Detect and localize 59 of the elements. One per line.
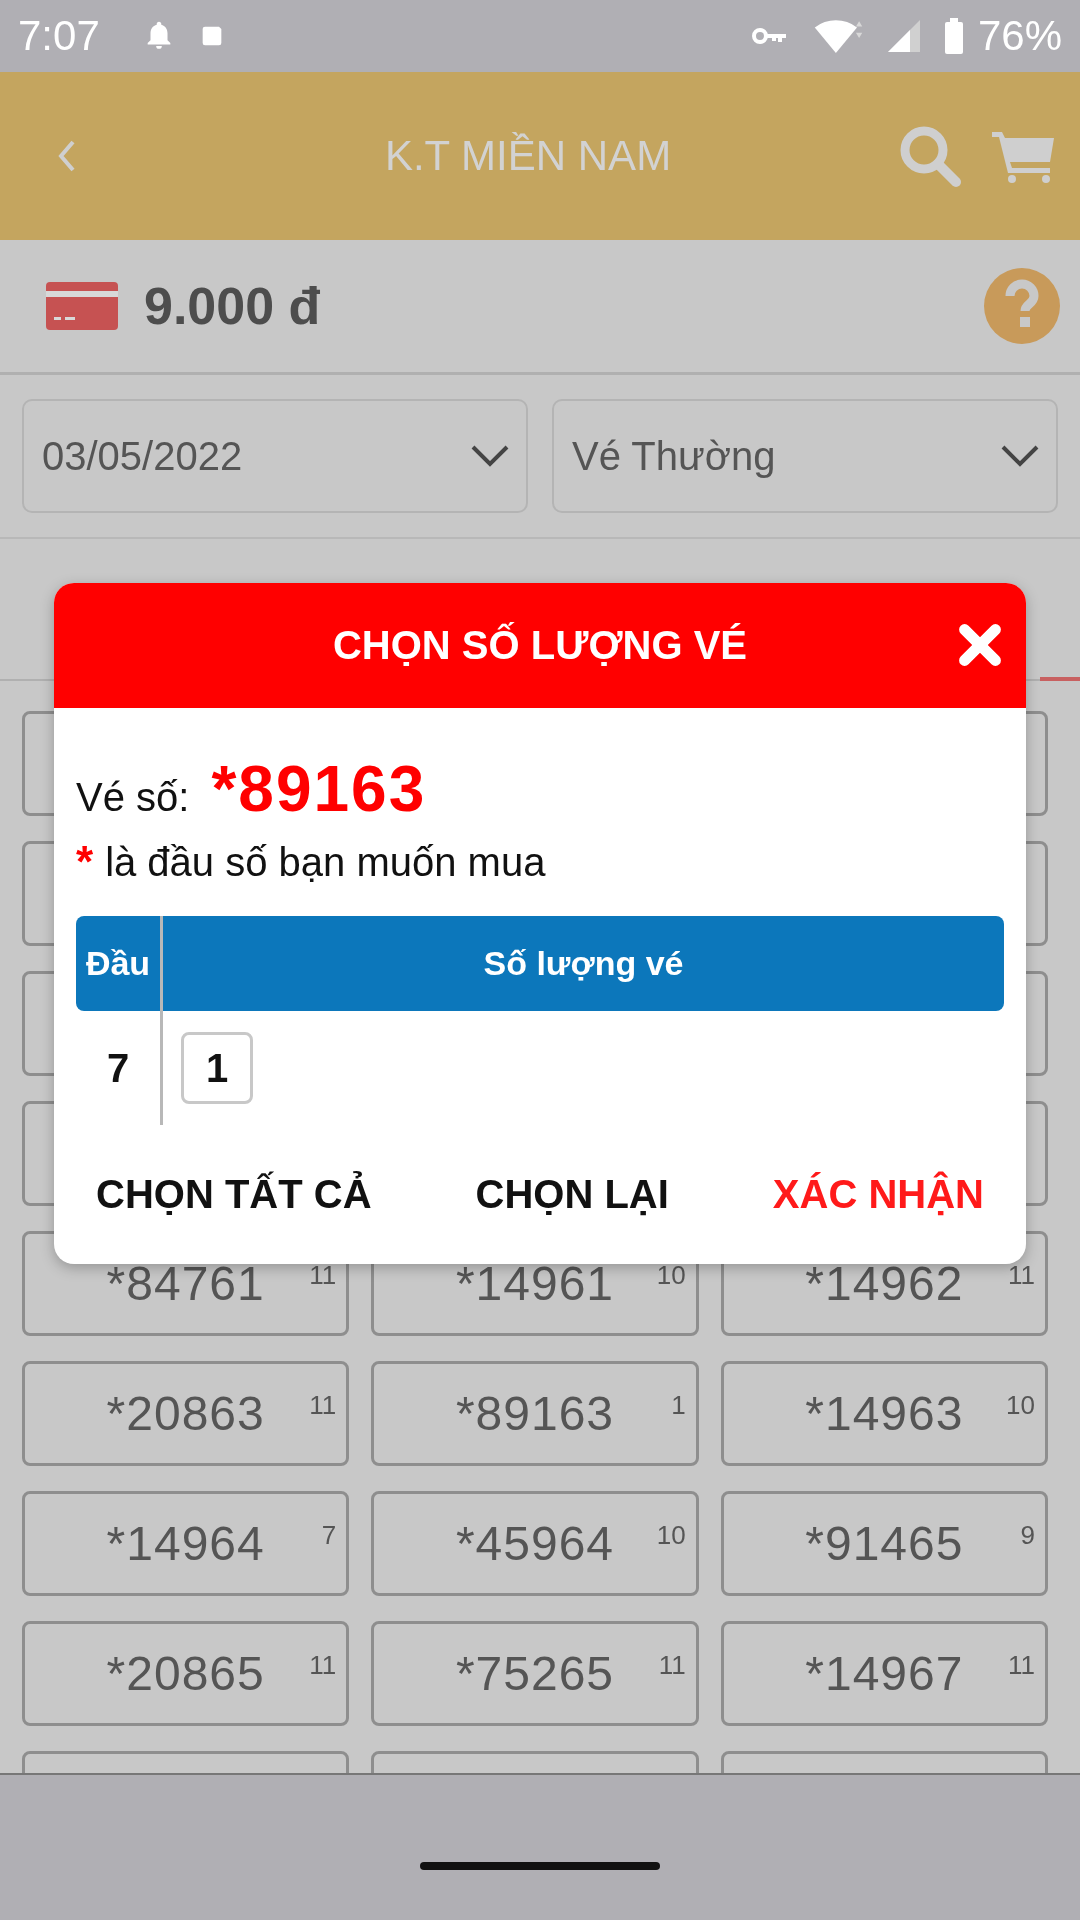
ticket-tile[interactable]: *14963 10: [720, 1361, 1048, 1466]
close-icon[interactable]: [958, 623, 1002, 667]
home-handle[interactable]: [420, 1861, 660, 1870]
hint-text: là đầu số bạn muốn mua: [105, 839, 546, 885]
table-cell: 7: [76, 1011, 163, 1125]
ticket-count: 9: [1020, 1520, 1035, 1551]
ticket-count: 10: [1006, 1390, 1035, 1421]
ticket-number: *91465: [805, 1516, 964, 1571]
ticket-number: *14961: [455, 1256, 615, 1311]
ticket-count: 1: [671, 1390, 686, 1421]
ticket-number: *14962: [805, 1256, 964, 1311]
ticket-tile[interactable]: *20863 11: [22, 1361, 350, 1466]
ticket-number: *20863: [106, 1386, 265, 1441]
ticket-tile[interactable]: *91465 9: [720, 1491, 1048, 1596]
dropdown[interactable]: Vé Thường: [552, 399, 1058, 513]
asterisk-mark: *: [76, 837, 94, 887]
help-icon[interactable]: [984, 268, 1060, 344]
ticket-count: 11: [658, 1650, 686, 1681]
battery-level: 76%: [977, 12, 1062, 60]
quantity-field[interactable]: 1: [181, 1032, 253, 1104]
ticket-count: 11: [1008, 1650, 1035, 1681]
dialog-button[interactable]: CHỌN LẠI: [475, 1162, 669, 1227]
column-header: Đầu: [76, 916, 163, 1011]
dropdown[interactable]: 03/05/2022: [22, 399, 528, 513]
dialog-button[interactable]: XÁC NHẬN: [772, 1162, 984, 1227]
ticket-tile[interactable]: *20865 11: [22, 1621, 350, 1726]
ticket-number: *89163: [211, 752, 427, 826]
ticket-count: 11: [309, 1260, 337, 1291]
ticket-number: *14967: [805, 1646, 964, 1701]
ticket-count: 7: [321, 1520, 337, 1551]
ticket-count: 11: [309, 1650, 337, 1681]
battery-icon: [943, 18, 964, 54]
chevron-down-icon: [470, 444, 510, 468]
ticket-number: *45964: [455, 1516, 615, 1571]
ticket-tile[interactable]: *14964 7: [22, 1491, 350, 1596]
ticket-tile[interactable]: *14967 11: [720, 1621, 1048, 1726]
clock: 7:07: [18, 12, 100, 60]
column-header: Số lượng vé: [482, 943, 685, 984]
ticket-count: 11: [1008, 1260, 1035, 1291]
ticket-tile[interactable]: *45964 10: [371, 1491, 699, 1596]
dialog-button[interactable]: CHỌN TẤT CẢ: [96, 1162, 372, 1227]
ticket-number: *20865: [106, 1646, 265, 1701]
search-icon[interactable]: [898, 124, 962, 188]
ticket-number: *75265: [455, 1646, 615, 1701]
dialog-title: CHỌN SỐ LƯỢNG VÉ: [333, 623, 747, 668]
ticket-number: *84761: [106, 1256, 265, 1311]
balance-amount: 9.000 đ: [144, 276, 321, 336]
ticket-count: 10: [656, 1260, 686, 1291]
ticket-count: 11: [309, 1390, 337, 1421]
card-icon: [46, 282, 118, 330]
app-title: K.T MIỀN NAM: [383, 132, 673, 180]
chevron-down-icon: [1000, 444, 1040, 468]
ticket-tile[interactable]: *75265 11: [371, 1621, 699, 1726]
ticket-label: Vé số:: [76, 775, 190, 820]
ticket-count: 10: [656, 1520, 686, 1551]
ticket-number: *14963: [805, 1386, 964, 1441]
ticket-number: *14964: [106, 1516, 265, 1571]
ticket-tile[interactable]: *89163 1: [371, 1361, 699, 1466]
ticket-number: *89163: [455, 1386, 615, 1441]
